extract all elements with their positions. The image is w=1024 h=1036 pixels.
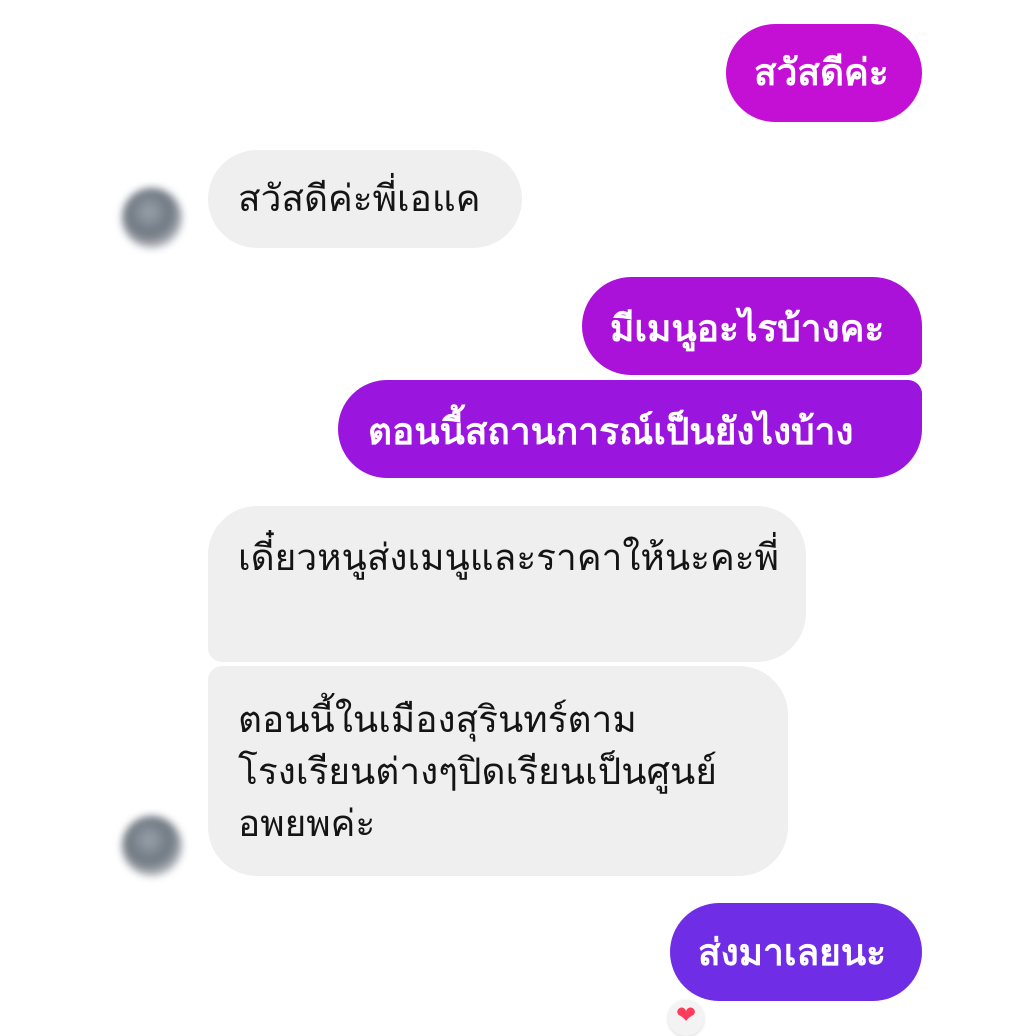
incoming-message[interactable]: เดี๋ยวหนูส่งเมนูและราคาให้นะคะพี่: [208, 506, 806, 662]
outgoing-message[interactable]: ส่งมาเลยนะ: [670, 903, 922, 1001]
incoming-message[interactable]: สวัสดีค่ะพี่เอแค: [208, 150, 522, 248]
outgoing-message[interactable]: มีเมนูอะไรบ้างคะ: [582, 277, 922, 375]
heart-reaction-icon[interactable]: ❤: [668, 1000, 704, 1036]
contact-avatar[interactable]: [122, 816, 182, 876]
contact-avatar[interactable]: [122, 188, 182, 248]
outgoing-message[interactable]: ตอนนี้สถานการณ์เป็นยังไงบ้าง: [338, 380, 922, 478]
outgoing-message[interactable]: สวัสดีค่ะ: [726, 24, 922, 122]
incoming-message[interactable]: ตอนนี้ในเมืองสุรินทร์ตามโรงเรียนต่างๆปิด…: [208, 666, 788, 876]
